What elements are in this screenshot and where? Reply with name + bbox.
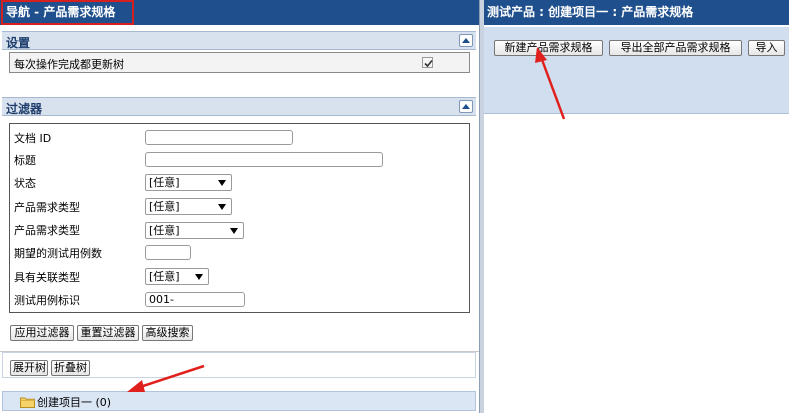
testcase-id-label: 测试用例标识 [14, 294, 80, 307]
settings-collapse-button[interactable] [459, 34, 473, 47]
navigation-header: 导航 - 产品需求规格 [0, 0, 479, 25]
title-input[interactable] [145, 152, 383, 167]
req-type-select-value: [任意] [149, 200, 180, 213]
expected-testcases-label: 期望的测试用例数 [14, 247, 102, 260]
navigation-pane: 导航 - 产品需求规格 设置 每次操作完成都更新树 过滤器 文档 ID 标题 状… [0, 0, 479, 413]
relation-type-select-value: [任意] [149, 270, 180, 283]
dropdown-arrow-icon [218, 180, 226, 186]
advanced-search-button[interactable]: 高级搜索 [142, 325, 193, 341]
testcase-id-input[interactable]: 001- [145, 292, 245, 307]
filter-section-header[interactable]: 过滤器 [2, 97, 476, 116]
collapse-up-icon [462, 104, 470, 109]
req-type-select[interactable]: [任意] [145, 198, 232, 215]
title-label: 标题 [14, 154, 36, 167]
relation-type-label: 具有关联类型 [14, 271, 80, 284]
status-select[interactable]: [任意] [145, 174, 232, 191]
doc-id-input[interactable] [145, 130, 293, 145]
reset-filter-button[interactable]: 重置过滤器 [77, 325, 139, 341]
dropdown-arrow-icon [218, 204, 226, 210]
relation-type-select[interactable]: [任意] [145, 268, 209, 285]
expand-tree-button[interactable]: 展开树 [10, 360, 48, 376]
filter-form: 文档 ID 标题 状态 [任意] 产品需求类型 [任意] 产品需求类型 [任意]… [9, 123, 470, 313]
tree-node[interactable]: 创建项目一 (0) [2, 391, 476, 411]
import-button[interactable]: 导入 [748, 40, 785, 56]
content-title: 测试产品 : 创建项目一 : 产品需求规格 [484, 0, 789, 25]
checkmark-icon [424, 59, 433, 68]
req-type-2-select-value: [任意] [149, 224, 180, 237]
collapse-tree-button[interactable]: 折叠树 [51, 360, 90, 376]
update-tree-label: 每次操作完成都更新树 [14, 58, 124, 71]
tree-node-label: 创建项目一 (0) [37, 396, 112, 409]
dropdown-arrow-icon [230, 228, 238, 234]
status-label: 状态 [14, 177, 36, 190]
settings-title: 设置 [6, 36, 31, 50]
navigation-title: 导航 - 产品需求规格 [1, 0, 134, 25]
folder-icon [20, 397, 35, 408]
expected-testcases-input[interactable] [145, 245, 191, 260]
content-pane: 测试产品 : 创建项目一 : 产品需求规格 新建产品需求规格 导出全部产品需求规… [484, 0, 789, 413]
export-all-button[interactable]: 导出全部产品需求规格 [609, 40, 742, 56]
status-select-value: [任意] [149, 176, 180, 189]
dropdown-arrow-icon [195, 274, 203, 280]
req-type-label: 产品需求类型 [14, 201, 80, 214]
update-tree-checkbox[interactable] [422, 57, 433, 68]
req-type-2-select[interactable]: [任意] [145, 222, 244, 239]
content-toolbar: 新建产品需求规格 导出全部产品需求规格 导入 [484, 27, 789, 114]
filter-title: 过滤器 [6, 102, 43, 116]
filter-collapse-button[interactable] [459, 100, 473, 113]
doc-id-label: 文档 ID [14, 132, 52, 145]
apply-filter-button[interactable]: 应用过滤器 [10, 325, 74, 341]
settings-box: 每次操作完成都更新树 [9, 52, 470, 73]
settings-section-header[interactable]: 设置 [2, 31, 476, 50]
collapse-up-icon [462, 38, 470, 43]
create-requirement-spec-button[interactable]: 新建产品需求规格 [494, 40, 603, 56]
req-type-2-label: 产品需求类型 [14, 224, 80, 237]
